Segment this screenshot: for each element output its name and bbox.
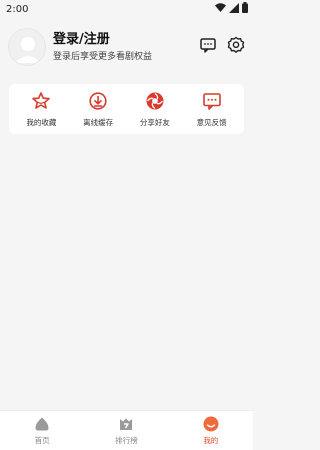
login-register-title[interactable]: 登录/注册 — [53, 32, 152, 48]
star-icon — [31, 91, 51, 111]
header-actions — [199, 36, 245, 54]
favorites-button[interactable]: 我的收藏 — [15, 91, 67, 128]
nav-mine[interactable]: 我的 — [181, 416, 241, 446]
signal-icon — [229, 2, 239, 16]
status-icons — [215, 2, 248, 16]
favorites-label: 我的收藏 — [26, 117, 57, 127]
share-icon — [145, 91, 165, 111]
home-icon — [34, 416, 50, 432]
nav-ranking[interactable]: 排行榜 — [96, 416, 156, 446]
nav-ranking-label: 排行榜 — [115, 435, 138, 445]
quick-actions-card: 我的收藏 离线缓存 分享好友 意见反馈 — [9, 84, 244, 134]
default-avatar-icon — [8, 28, 46, 66]
feedback-icon — [202, 91, 222, 111]
message-icon[interactable] — [199, 36, 217, 54]
nav-home-label: 首页 — [34, 435, 50, 445]
login-subtitle: 登录后享受更多看剧权益 — [53, 51, 153, 62]
feedback-button[interactable]: 意见反馈 — [186, 91, 238, 128]
share-friends-label: 分享好友 — [139, 117, 170, 127]
wifi-icon — [215, 3, 226, 15]
share-friends-button[interactable]: 分享好友 — [129, 91, 181, 128]
offline-cache-button[interactable]: 离线缓存 — [72, 91, 124, 128]
status-bar: 2:00 — [0, 0, 253, 18]
nav-mine-label: 我的 — [203, 435, 219, 445]
feedback-label: 意见反馈 — [196, 117, 227, 127]
bottom-nav: 首页 排行榜 我的 — [0, 410, 253, 450]
ranking-icon — [118, 416, 134, 432]
profile-icon — [203, 416, 219, 432]
status-time: 2:00 — [6, 3, 29, 15]
offline-cache-label: 离线缓存 — [83, 117, 114, 127]
settings-icon[interactable] — [227, 36, 245, 54]
download-icon — [88, 91, 108, 111]
login-profile[interactable]: 登录/注册 登录后享受更多看剧权益 — [8, 28, 152, 66]
nav-home[interactable]: 首页 — [12, 416, 72, 446]
battery-icon — [242, 2, 248, 16]
